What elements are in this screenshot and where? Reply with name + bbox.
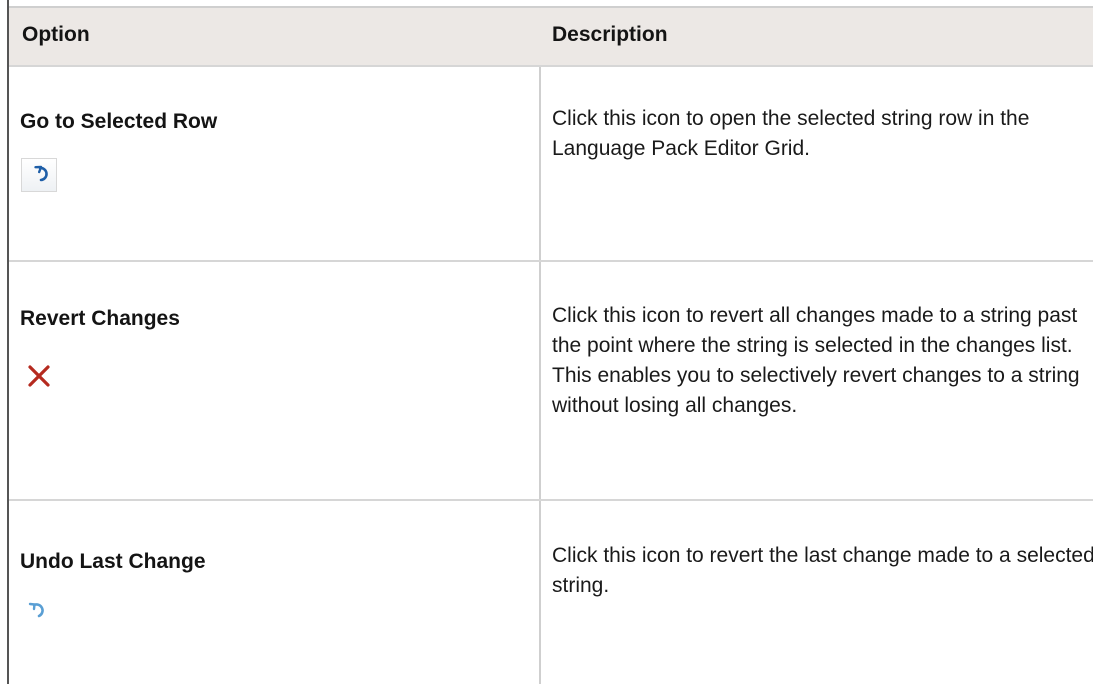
option-description: Click this icon to revert the last chang… <box>552 544 1093 597</box>
header-description: Description <box>552 23 668 46</box>
header-option: Option <box>22 23 90 46</box>
option-description: Click this icon to open the selected str… <box>552 107 1030 160</box>
revert-x-icon[interactable] <box>21 359 57 393</box>
table-row: Undo Last Change Click this icon to reve… <box>9 501 1093 684</box>
option-name: Undo Last Change <box>20 550 206 573</box>
table-row: Revert Changes Click this icon to revert… <box>9 262 1093 501</box>
table-row: Go to Selected Row Click this icon to op… <box>9 67 1093 262</box>
option-name: Go to Selected Row <box>20 110 218 133</box>
option-name: Revert Changes <box>20 307 180 330</box>
undo-icon[interactable] <box>21 593 57 627</box>
options-table-page: Option Description Go to Selected Row Cl… <box>0 0 1093 684</box>
table-header: Option Description <box>9 6 1093 67</box>
option-description: Click this icon to revert all changes ma… <box>552 304 1080 417</box>
go-to-row-icon[interactable] <box>21 158 57 192</box>
options-table: Option Description Go to Selected Row Cl… <box>9 6 1093 684</box>
